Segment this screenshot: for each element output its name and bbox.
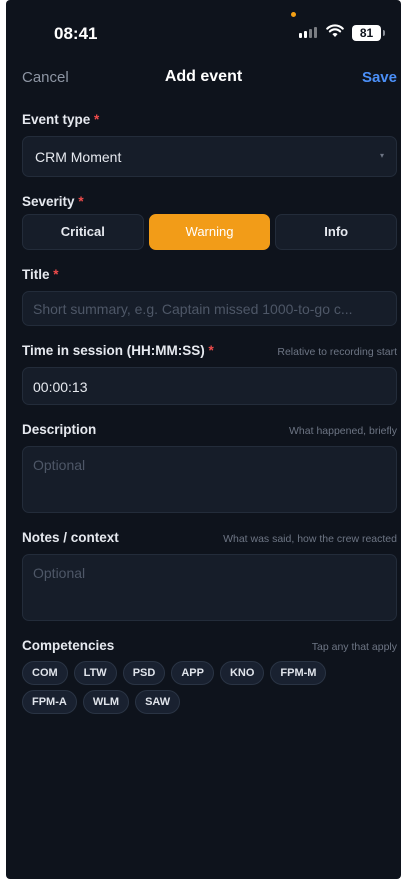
chip-wlm[interactable]: WLM <box>82 690 130 714</box>
description-hint: What happened, briefly <box>289 425 397 437</box>
event-type-label-row: Event type * <box>22 112 397 127</box>
required-marker: * <box>78 194 84 209</box>
severity-label: Severity * <box>22 194 84 209</box>
severity-warning-button[interactable]: Warning <box>148 214 271 250</box>
privacy-indicator-dot <box>291 12 296 17</box>
time-value: 00:00:13 <box>33 379 88 395</box>
required-marker: * <box>53 267 59 282</box>
event-type-value: CRM Moment <box>35 149 122 165</box>
description-textarea[interactable]: Optional <box>22 446 397 513</box>
severity-label-row: Severity * <box>22 194 397 209</box>
time-input[interactable]: 00:00:13 <box>22 367 397 405</box>
save-button[interactable]: Save <box>362 69 397 86</box>
title-label: Title * <box>22 267 59 282</box>
required-marker: * <box>208 343 214 358</box>
wifi-icon <box>326 24 344 43</box>
title-placeholder: Short summary, e.g. Captain missed 1000-… <box>33 301 353 317</box>
chip-psd[interactable]: PSD <box>122 661 166 685</box>
chevron-down-icon: ▾ <box>379 151 384 160</box>
event-type-label: Event type * <box>22 112 100 127</box>
chip-saw[interactable]: SAW <box>135 690 181 714</box>
event-form: Event type * CRM Moment ▾ Severity * Cri… <box>22 112 398 714</box>
severity-critical-button[interactable]: Critical <box>22 214 144 250</box>
page-title: Add event <box>164 68 243 85</box>
chip-kno[interactable]: KNO <box>219 661 265 685</box>
chip-fpm-m[interactable]: FPM-M <box>270 661 327 685</box>
description-label: Description <box>22 422 97 437</box>
cellular-signal-icon <box>299 27 317 38</box>
time-label: Time in session (HH:MM:SS) * <box>22 343 214 358</box>
notes-placeholder: Optional <box>33 565 86 581</box>
notes-hint: What was said, how the crew reacted <box>223 533 397 545</box>
title-label-row: Title * <box>22 267 397 282</box>
chip-ltw[interactable]: LTW <box>73 661 117 685</box>
chip-app[interactable]: APP <box>171 661 214 685</box>
chip-com[interactable]: COM <box>22 661 68 685</box>
notes-label: Notes / context <box>22 530 119 545</box>
description-label-row: Description What happened, briefly <box>22 422 397 437</box>
event-type-select[interactable]: CRM Moment ▾ <box>22 136 397 177</box>
description-placeholder: Optional <box>33 457 86 473</box>
status-time: 08:41 <box>54 24 98 43</box>
severity-segmented-control: Critical Warning Info <box>22 214 398 250</box>
status-bar: 08:41 81 <box>6 0 401 56</box>
chip-fpm-a[interactable]: FPM-A <box>22 690 77 714</box>
required-marker: * <box>94 112 100 127</box>
severity-info-button[interactable]: Info <box>275 214 398 250</box>
time-hint: Relative to recording start <box>277 346 397 358</box>
app-screen: 08:41 81 Cancel Add event Save Event typ… <box>6 0 401 879</box>
competencies-hint: Tap any that apply <box>311 641 397 653</box>
competencies-label: Competencies <box>22 638 115 653</box>
time-label-row: Time in session (HH:MM:SS) * Relative to… <box>22 343 397 358</box>
competencies-label-row: Competencies Tap any that apply <box>22 638 397 653</box>
nav-bar: Cancel Add event Save <box>6 56 401 100</box>
battery-icon: 81 <box>352 25 385 41</box>
notes-textarea[interactable]: Optional <box>22 554 397 621</box>
title-input[interactable]: Short summary, e.g. Captain missed 1000-… <box>22 291 397 326</box>
competency-chip-list: COM LTW PSD APP KNO FPM-M FPM-A WLM SAW <box>22 661 342 714</box>
notes-label-row: Notes / context What was said, how the c… <box>22 530 397 545</box>
